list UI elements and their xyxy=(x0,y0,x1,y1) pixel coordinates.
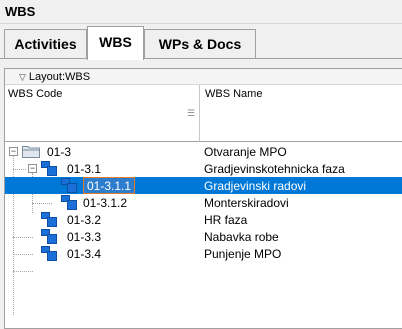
wbs-name-cell[interactable]: Punjenje MPO xyxy=(204,247,281,261)
wbs-node-icon xyxy=(41,229,57,244)
wbs-row[interactable]: 01-3.1.2 Monterskiradovi xyxy=(5,194,402,211)
wbs-node-icon xyxy=(41,161,57,176)
panel-title: WBS xyxy=(0,0,402,24)
wbs-grid: ▽ Layout:WBS WBS Code ☰ WBS Name − 01-3 Otv… xyxy=(4,68,402,329)
column-header-wbs-code[interactable]: WBS Code ☰ xyxy=(5,85,200,142)
tab-wbs[interactable]: WBS xyxy=(87,26,144,60)
wbs-node-icon xyxy=(41,246,57,261)
wbs-code-cell[interactable]: 01-3.2 xyxy=(67,213,101,227)
wbs-code-cell[interactable]: 01-3.3 xyxy=(67,230,101,244)
wbs-name-cell[interactable]: Otvaranje MPO xyxy=(204,145,287,159)
wbs-row[interactable]: − 01-3 Otvaranje MPO xyxy=(5,143,402,160)
tab-strip: Activities WBS WPs & Docs xyxy=(0,26,402,60)
wbs-name-cell[interactable]: Gradjevinskotehnicka faza xyxy=(204,162,345,176)
wbs-node-icon xyxy=(41,212,57,227)
wbs-node-icon xyxy=(61,178,77,193)
folder-icon xyxy=(22,146,40,158)
wbs-code-cell[interactable]: 01-3.1.2 xyxy=(83,196,127,210)
column-header-code-label: WBS Code xyxy=(8,88,63,100)
column-sort-icon: ☰ xyxy=(186,108,195,118)
wbs-row[interactable]: − 01-3.1 Gradjevinskotehnicka faza xyxy=(5,160,402,177)
wbs-row[interactable]: 01-3.1.1 Gradjevinski radovi xyxy=(5,177,402,194)
wbs-name-cell[interactable]: HR faza xyxy=(204,213,247,227)
layout-group-row[interactable]: ▽ Layout:WBS xyxy=(5,69,402,85)
wbs-code-cell[interactable]: 01-3.1 xyxy=(67,162,101,176)
collapse-triangle-icon[interactable]: ▽ xyxy=(19,72,26,82)
wbs-row[interactable]: 01-3.2 HR faza xyxy=(5,211,402,228)
wbs-code-cell[interactable]: 01-3 xyxy=(47,145,71,159)
column-header-name-label: WBS Name xyxy=(205,88,263,100)
wbs-name-cell[interactable]: Nabavka robe xyxy=(204,230,279,244)
wbs-name-cell[interactable]: Monterskiradovi xyxy=(204,196,289,210)
tab-wps-docs[interactable]: WPs & Docs xyxy=(144,29,256,58)
tree-connector xyxy=(13,271,33,272)
collapse-toggle-icon[interactable]: − xyxy=(28,164,37,173)
wbs-code-cell[interactable]: 01-3.1.1 xyxy=(83,177,136,194)
column-header-wbs-name[interactable]: WBS Name xyxy=(200,85,402,142)
wbs-name-cell[interactable]: Gradjevinski radovi xyxy=(204,179,306,193)
wbs-code-cell[interactable]: 01-3.4 xyxy=(67,247,101,261)
layout-group-label: Layout:WBS xyxy=(28,71,91,83)
tab-activities[interactable]: Activities xyxy=(4,29,87,58)
wbs-row[interactable]: 01-3.4 Punjenje MPO xyxy=(5,245,402,262)
wbs-row[interactable]: 01-3.3 Nabavka robe xyxy=(5,228,402,245)
wbs-node-icon xyxy=(61,195,77,210)
collapse-toggle-icon[interactable]: − xyxy=(9,147,18,156)
